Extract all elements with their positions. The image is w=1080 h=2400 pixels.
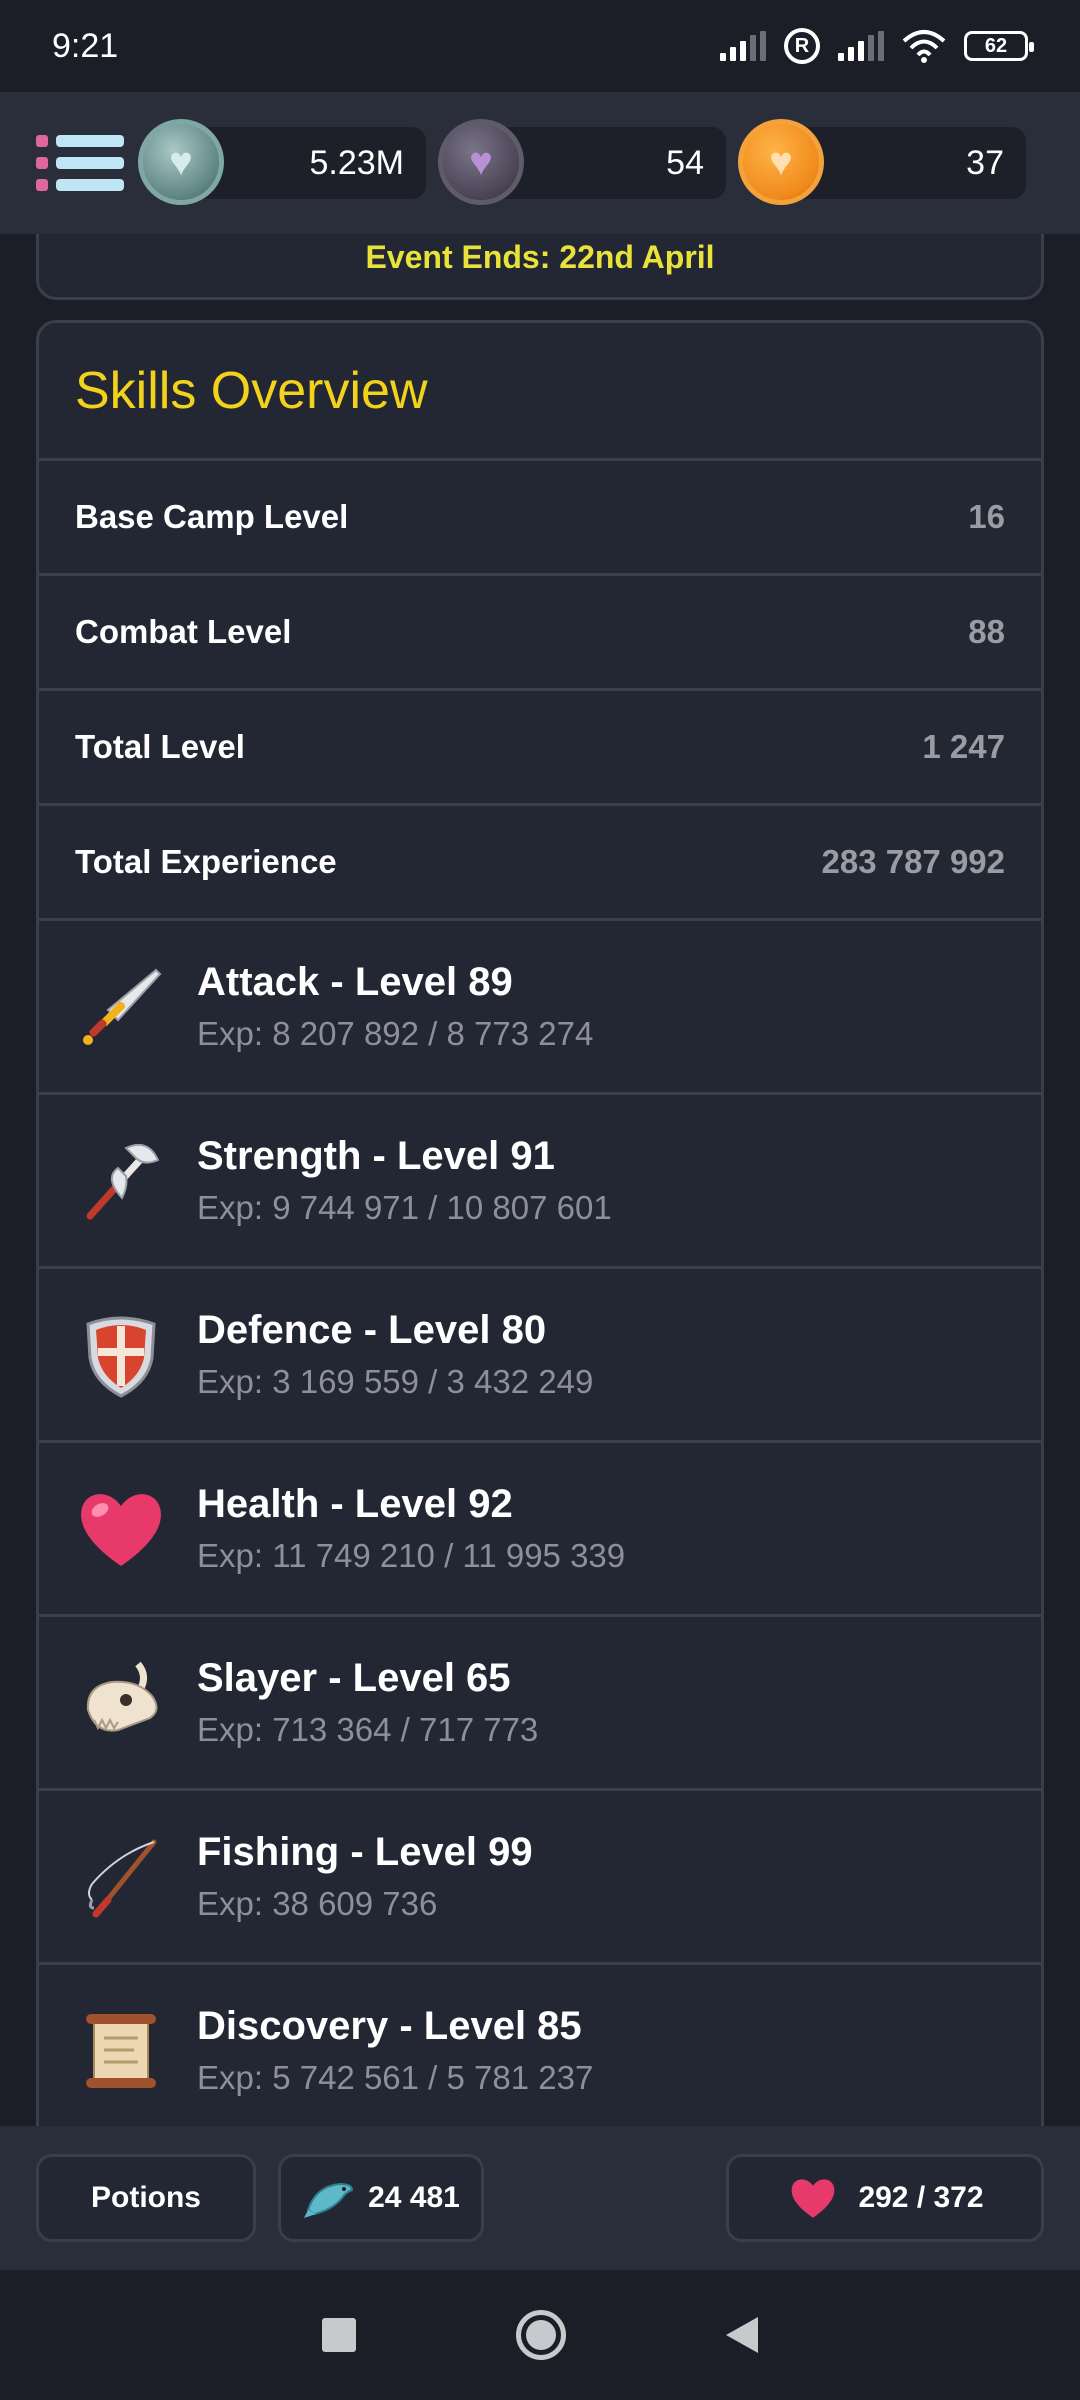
stat-row-total-level: Total Level 1 247 bbox=[39, 691, 1041, 806]
skill-title: Fishing - Level 99 bbox=[197, 1830, 533, 1874]
stat-row-combat: Combat Level 88 bbox=[39, 576, 1041, 691]
currency-silver[interactable]: ♥ 5.23M bbox=[138, 119, 426, 205]
skill-row-slayer[interactable]: Slayer - Level 65 Exp: 713 364 / 717 773 bbox=[39, 1617, 1041, 1791]
stat-row-total-experience: Total Experience 283 787 992 bbox=[39, 806, 1041, 921]
heart-icon bbox=[792, 2179, 835, 2218]
skill-exp: Exp: 5 742 561 / 5 781 237 bbox=[197, 2059, 594, 2096]
skill-text: Strength - Level 91 Exp: 9 744 971 / 10 … bbox=[197, 1134, 612, 1227]
skill-row-fishing[interactable]: Fishing - Level 99 Exp: 38 609 736 bbox=[39, 1791, 1041, 1965]
skill-title: Slayer - Level 65 bbox=[197, 1656, 511, 1700]
axe-icon bbox=[75, 1135, 167, 1227]
silver-coin-icon: ♥ bbox=[138, 119, 224, 205]
status-time: 9:21 bbox=[52, 26, 119, 65]
skill-exp: Exp: 38 609 736 bbox=[197, 1885, 438, 1922]
skill-row-attack[interactable]: Attack - Level 89 Exp: 8 207 892 / 8 773… bbox=[39, 921, 1041, 1095]
dragon-skull-icon bbox=[75, 1657, 167, 1749]
currency-gold-value: 37 bbox=[966, 143, 1004, 182]
event-end-text: Event Ends: 22nd April bbox=[365, 239, 715, 275]
skill-row-health[interactable]: Health - Level 92 Exp: 11 749 210 / 11 9… bbox=[39, 1443, 1041, 1617]
skill-exp: Exp: 8 207 892 / 8 773 274 bbox=[197, 1015, 594, 1052]
gold-coin-icon: ♥ bbox=[738, 119, 824, 205]
skill-row-discovery[interactable]: Discovery - Level 85 Exp: 5 742 561 / 5 … bbox=[39, 1965, 1041, 2126]
dark-coin-icon: ♥ bbox=[438, 119, 524, 205]
menu-icon bbox=[36, 135, 124, 147]
currency-gold[interactable]: ♥ 37 bbox=[738, 119, 1026, 205]
skill-exp: Exp: 713 364 / 717 773 bbox=[197, 1711, 539, 1748]
skill-exp: Exp: 11 749 210 / 11 995 339 bbox=[197, 1537, 626, 1574]
recents-button[interactable] bbox=[322, 2318, 356, 2352]
skill-title: Defence - Level 80 bbox=[197, 1308, 547, 1352]
fish-count: 24 481 bbox=[368, 2181, 460, 2214]
currency-dark-value: 54 bbox=[666, 143, 704, 182]
potions-label: Potions bbox=[91, 2181, 201, 2214]
scroll-icon bbox=[75, 2005, 167, 2097]
skill-text: Health - Level 92 Exp: 11 749 210 / 11 9… bbox=[197, 1482, 625, 1575]
battery-level: 62 bbox=[984, 34, 1008, 57]
skill-text: Attack - Level 89 Exp: 8 207 892 / 8 773… bbox=[197, 960, 593, 1053]
stat-label: Total Experience bbox=[75, 843, 337, 880]
stat-value: 16 bbox=[968, 498, 1005, 535]
stat-label: Base Camp Level bbox=[75, 498, 349, 535]
skill-text: Fishing - Level 99 Exp: 38 609 736 bbox=[197, 1830, 533, 1923]
fish-icon bbox=[304, 2182, 354, 2218]
skill-text: Discovery - Level 85 Exp: 5 742 561 / 5 … bbox=[197, 2004, 593, 2097]
health-button[interactable]: 292 / 372 bbox=[726, 2154, 1044, 2242]
system-nav-bar bbox=[0, 2270, 1080, 2400]
fishing-rod-icon bbox=[75, 1831, 167, 1923]
status-icons: R 62 bbox=[720, 28, 1034, 64]
sword-icon bbox=[75, 961, 167, 1053]
event-card: Event Ends: 22nd April bbox=[36, 234, 1044, 300]
skill-title: Strength - Level 91 bbox=[197, 1134, 555, 1178]
currency-silver-value: 5.23M bbox=[309, 143, 405, 182]
skill-row-defence[interactable]: Defence - Level 80 Exp: 3 169 559 / 3 43… bbox=[39, 1269, 1041, 1443]
currency-dark[interactable]: ♥ 54 bbox=[438, 119, 726, 205]
back-button[interactable] bbox=[726, 2317, 758, 2353]
skill-text: Slayer - Level 65 Exp: 713 364 / 717 773 bbox=[197, 1656, 538, 1749]
stat-label: Total Level bbox=[75, 728, 245, 765]
potions-button[interactable]: Potions bbox=[36, 2154, 256, 2242]
home-button[interactable] bbox=[516, 2310, 566, 2360]
card-title: Skills Overview bbox=[39, 323, 1041, 461]
heart-icon bbox=[75, 1483, 167, 1575]
stat-value: 88 bbox=[968, 613, 1005, 650]
registered-icon: R bbox=[784, 28, 820, 64]
skill-row-strength[interactable]: Strength - Level 91 Exp: 9 744 971 / 10 … bbox=[39, 1095, 1041, 1269]
signal-icon bbox=[838, 31, 884, 61]
skill-text: Defence - Level 80 Exp: 3 169 559 / 3 43… bbox=[197, 1308, 593, 1401]
stat-value: 1 247 bbox=[922, 728, 1005, 765]
menu-button[interactable] bbox=[24, 123, 124, 203]
signal-icon bbox=[720, 31, 766, 61]
top-bar: ♥ 5.23M ♥ 54 ♥ 37 bbox=[0, 92, 1080, 234]
scroll-content[interactable]: Event Ends: 22nd April Skills Overview B… bbox=[0, 234, 1080, 2126]
stat-row-base-camp: Base Camp Level 16 bbox=[39, 461, 1041, 576]
skill-exp: Exp: 9 744 971 / 10 807 601 bbox=[197, 1189, 612, 1226]
stat-label: Combat Level bbox=[75, 613, 292, 650]
skill-title: Attack - Level 89 bbox=[197, 960, 513, 1004]
bottom-bar: Potions 24 481 292 / 372 bbox=[0, 2126, 1080, 2270]
shield-icon bbox=[75, 1309, 167, 1401]
stat-value: 283 787 992 bbox=[821, 843, 1005, 880]
skills-overview-card: Skills Overview Base Camp Level 16 Comba… bbox=[36, 320, 1044, 2126]
skill-title: Discovery - Level 85 bbox=[197, 2004, 582, 2048]
wifi-icon bbox=[902, 30, 946, 63]
status-bar: 9:21 R 62 bbox=[0, 0, 1080, 92]
fish-counter-button[interactable]: 24 481 bbox=[278, 2154, 484, 2242]
battery-icon: 62 bbox=[964, 31, 1034, 61]
skill-exp: Exp: 3 169 559 / 3 432 249 bbox=[197, 1363, 594, 1400]
skill-title: Health - Level 92 bbox=[197, 1482, 513, 1526]
health-value: 292 / 372 bbox=[858, 2181, 984, 2214]
